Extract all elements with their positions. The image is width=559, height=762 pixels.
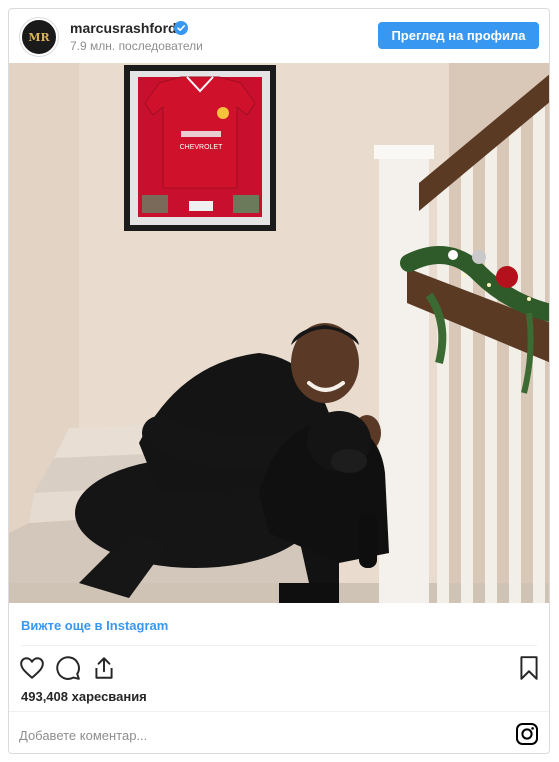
avatar[interactable]: MR [20, 18, 58, 56]
avatar-monogram: MR [28, 30, 50, 44]
verified-badge-icon [174, 21, 188, 35]
like-count: 493,408 харесвания [21, 689, 147, 704]
post-photo-illustration: CHEVROLET [9, 63, 549, 603]
divider [21, 645, 537, 646]
heart-icon[interactable] [19, 655, 45, 681]
share-icon[interactable] [91, 655, 117, 681]
jersey-sponsor-text: CHEVROLET [180, 144, 224, 151]
username[interactable]: marcusrashford [70, 20, 177, 36]
bookmark-icon[interactable] [516, 655, 542, 681]
view-more-on-instagram-link[interactable]: Вижте още в Instagram [21, 618, 168, 633]
divider [9, 711, 549, 712]
follower-count: 7.9 млн. последователи [70, 39, 203, 53]
view-profile-button[interactable]: Преглед на профила [378, 22, 539, 49]
post-header: MR marcusrashford 7.9 млн. последователи… [9, 9, 549, 63]
instagram-embed-card: MR marcusrashford 7.9 млн. последователи… [8, 8, 550, 754]
add-comment-input[interactable] [19, 725, 479, 745]
instagram-icon[interactable] [515, 722, 539, 746]
post-photo[interactable]: CHEVROLET [9, 63, 549, 603]
comment-icon[interactable] [55, 655, 81, 681]
